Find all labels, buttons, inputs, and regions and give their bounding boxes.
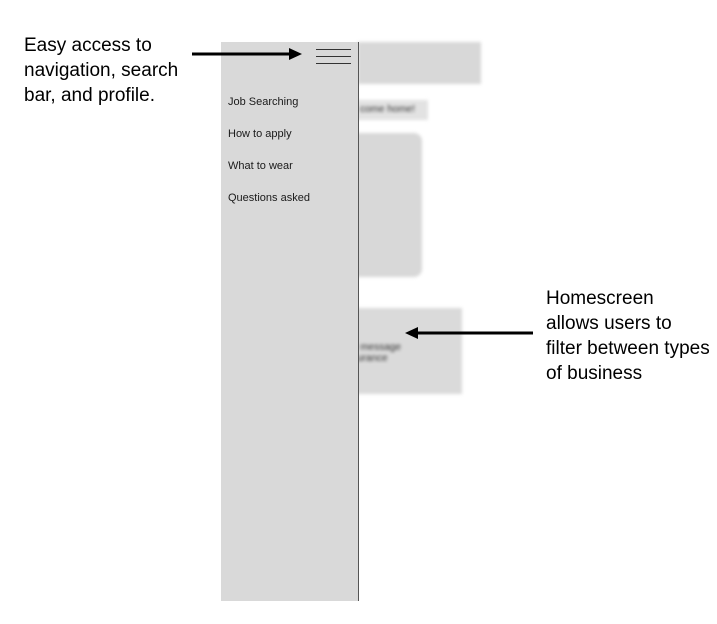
arrow-to-menu (192, 48, 302, 60)
arrow-to-homescreen (405, 327, 533, 339)
annotation-arrows (192, 48, 533, 339)
